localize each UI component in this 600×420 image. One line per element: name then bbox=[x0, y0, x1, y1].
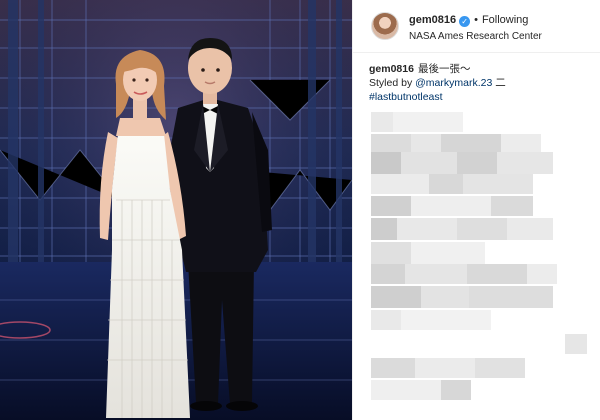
mosaic-block bbox=[371, 134, 411, 152]
photo-image bbox=[0, 0, 352, 420]
mosaic-block bbox=[371, 286, 421, 308]
mosaic-block bbox=[411, 242, 485, 264]
post-sidebar: gem0816 ✓ • Following NASA Ames Research Ce… bbox=[352, 0, 600, 420]
mosaic-block bbox=[371, 310, 401, 330]
mosaic-block bbox=[475, 358, 525, 378]
mosaic-block bbox=[415, 358, 475, 378]
post-header: gem0816 ✓ • Following NASA Ames Research Ce… bbox=[353, 0, 600, 53]
mosaic-block bbox=[393, 112, 463, 132]
header-user-row: gem0816 ✓ • Following bbox=[409, 14, 528, 30]
header-username[interactable]: gem0816 bbox=[409, 14, 456, 26]
caption-text: 最後一張～ bbox=[417, 63, 471, 75]
mosaic-block bbox=[371, 358, 415, 378]
mosaic-block bbox=[469, 286, 553, 308]
mosaic-block bbox=[497, 152, 553, 174]
mosaic-block bbox=[467, 264, 527, 284]
mosaic-block bbox=[371, 196, 411, 216]
mosaic-block bbox=[411, 196, 491, 216]
caption-line-1: gem0816 最後一張～ bbox=[369, 62, 591, 76]
mosaic-block bbox=[421, 286, 469, 308]
mention-link[interactable]: @markymark.23 bbox=[415, 77, 492, 89]
mosaic-block bbox=[371, 264, 405, 284]
mosaic-block bbox=[401, 152, 457, 174]
caption-styled-by: Styled by bbox=[369, 77, 413, 89]
mosaic-block bbox=[371, 112, 393, 132]
caption-line-3: #lastbutnotleast bbox=[369, 90, 591, 104]
mosaic-block bbox=[507, 218, 553, 240]
mosaic-block bbox=[371, 380, 441, 400]
mosaic-block bbox=[491, 196, 533, 216]
mosaic-block bbox=[371, 242, 411, 264]
post-caption: gem0816 最後一張～ Styled by @markymark.23 二 #… bbox=[369, 62, 591, 104]
post-photo[interactable] bbox=[0, 0, 352, 420]
caption-username[interactable]: gem0816 bbox=[369, 63, 414, 75]
mosaic-block bbox=[501, 134, 541, 152]
mosaic-block bbox=[405, 264, 467, 284]
verified-badge-icon: ✓ bbox=[459, 16, 471, 27]
mosaic-block bbox=[397, 218, 457, 240]
mosaic-block bbox=[463, 174, 533, 194]
location-link[interactable]: NASA Ames Research Center bbox=[409, 31, 542, 42]
mosaic-block bbox=[457, 218, 507, 240]
mosaic-block bbox=[565, 334, 587, 354]
following-button[interactable]: Following bbox=[482, 14, 528, 26]
mosaic-block bbox=[401, 310, 491, 330]
mosaic-block bbox=[441, 380, 471, 400]
mosaic-block bbox=[429, 174, 463, 194]
instagram-post-view: gem0816 ✓ • Following NASA Ames Research Ce… bbox=[0, 0, 600, 420]
mosaic-block bbox=[441, 134, 501, 152]
mosaic-block bbox=[371, 218, 397, 240]
hashtag-link[interactable]: #lastbutnotleast bbox=[369, 91, 443, 103]
mosaic-block bbox=[371, 152, 401, 174]
mosaic-block bbox=[457, 152, 497, 174]
mosaic-block bbox=[371, 174, 429, 194]
avatar[interactable] bbox=[371, 12, 399, 40]
mosaic-block bbox=[527, 264, 557, 284]
separator-dot: • bbox=[474, 14, 478, 26]
caption-suffix: 二 bbox=[495, 77, 506, 89]
pixelated-comments bbox=[365, 112, 597, 416]
caption-line-2: Styled by @markymark.23 二 bbox=[369, 76, 591, 90]
mosaic-block bbox=[411, 134, 441, 152]
